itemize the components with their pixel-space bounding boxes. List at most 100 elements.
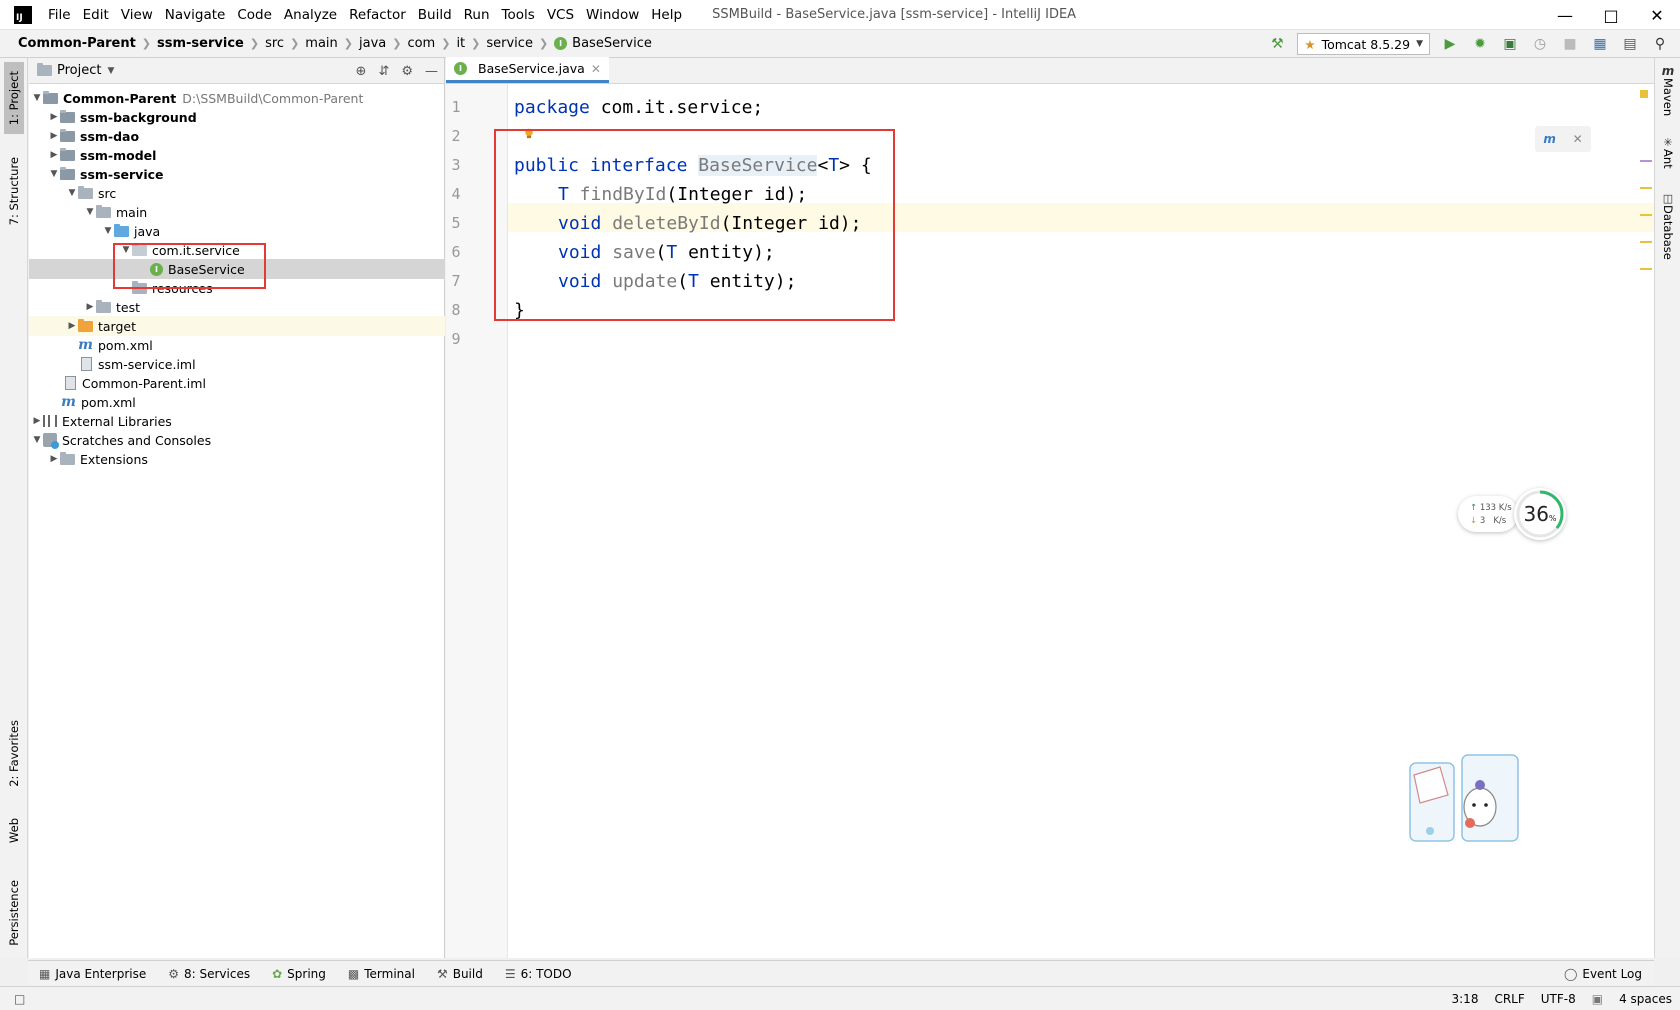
menu-edit[interactable]: Edit (77, 7, 115, 23)
code-line-6[interactable]: void save(T entity); (558, 238, 775, 267)
error-stripe-marker[interactable] (1640, 187, 1652, 189)
locate-icon[interactable]: ⊕ (356, 64, 367, 79)
tool-tab-favorites[interactable]: 2: Favorites (4, 708, 24, 798)
menu-navigate[interactable]: Navigate (159, 7, 232, 23)
error-stripe-marker[interactable] (1640, 160, 1652, 162)
tool-tab-structure[interactable]: 7: Structure (4, 150, 24, 232)
code-line-8[interactable]: } (514, 296, 525, 325)
tree-item-ssm-model[interactable]: ▶ ssm-model (29, 145, 445, 165)
run-icon[interactable]: ▶ (1440, 34, 1460, 54)
tree-item-ssm-service-iml[interactable]: ssm-service.iml (29, 354, 445, 374)
expanded-arrow-icon[interactable]: ▼ (102, 226, 114, 236)
collapsed-arrow-icon[interactable]: ▶ (48, 131, 60, 141)
project-structure-icon[interactable]: ▦ (1590, 34, 1610, 54)
close-icon[interactable]: ✕ (1573, 132, 1583, 146)
tool-terminal[interactable]: ▩ Terminal (337, 967, 426, 981)
tool-build[interactable]: ⚒ Build (426, 967, 494, 981)
debug-icon[interactable]: ✹ (1470, 34, 1490, 54)
tool-spring[interactable]: ✿ Spring (261, 967, 337, 981)
editor-tab-baseservice[interactable]: I BaseService.java ✕ (446, 57, 609, 83)
breadcrumb-service[interactable]: service (482, 36, 537, 51)
tool-tab-persistence[interactable]: Persistence (4, 868, 24, 958)
lock-icon[interactable]: ▣ (1592, 992, 1603, 1006)
line-separator[interactable]: CRLF (1494, 992, 1524, 1006)
maximize-button[interactable]: □ (1588, 0, 1634, 30)
menu-view[interactable]: View (115, 7, 159, 23)
collapsed-arrow-icon[interactable]: ▶ (48, 112, 60, 122)
expanded-arrow-icon[interactable]: ▼ (31, 93, 43, 103)
hide-panel-icon[interactable]: — (425, 64, 438, 79)
tree-item-scratches[interactable]: ▼ Scratches and Consoles (29, 430, 445, 450)
tool-event-log[interactable]: ◯ Event Log (1564, 961, 1642, 987)
tree-item-java[interactable]: ▼ java (29, 221, 445, 241)
tree-item-external-libraries[interactable]: ▶ External Libraries (29, 411, 445, 431)
error-stripe-marker[interactable] (1640, 214, 1652, 216)
code-line-4[interactable]: T findById(Integer id); (558, 180, 807, 209)
run-configuration-selector[interactable]: ★ Tomcat 8.5.29 ▼ (1297, 33, 1430, 55)
tool-tab-database[interactable]: ◫ Database (1658, 192, 1678, 260)
toggle-tool-windows-icon[interactable]: □ (14, 992, 25, 1006)
expanded-arrow-icon[interactable]: ▼ (48, 169, 60, 179)
breadcrumb-com[interactable]: com (403, 36, 439, 51)
close-window-button[interactable]: ✕ (1634, 0, 1680, 30)
collapsed-arrow-icon[interactable]: ▶ (48, 150, 60, 160)
profile-icon[interactable]: ◷ (1530, 34, 1550, 54)
collapsed-arrow-icon[interactable]: ▶ (84, 302, 96, 312)
collapsed-arrow-icon[interactable]: ▶ (66, 321, 78, 331)
tree-item-main[interactable]: ▼ main (29, 202, 445, 222)
minimize-button[interactable]: — (1542, 0, 1588, 30)
expanded-arrow-icon[interactable]: ▼ (120, 245, 132, 255)
tree-item-common-parent-iml[interactable]: Common-Parent.iml (29, 373, 445, 393)
project-view-selector[interactable]: Project (57, 63, 101, 78)
tool-tab-ant[interactable]: ✳ Ant (1658, 136, 1678, 169)
chevron-down-icon[interactable]: ▼ (107, 66, 114, 76)
menu-vcs[interactable]: VCS (541, 7, 580, 23)
expanded-arrow-icon[interactable]: ▼ (31, 435, 43, 445)
breadcrumb-java[interactable]: java (355, 36, 390, 51)
tool-services[interactable]: ⚙ 8: Services (157, 967, 261, 981)
maven-reload-icon[interactable]: m (1543, 132, 1556, 146)
sdk-icon[interactable]: ▤ (1620, 34, 1640, 54)
tool-tab-project[interactable]: 1: Project (4, 62, 24, 134)
collapsed-arrow-icon[interactable]: ▶ (48, 454, 60, 464)
tree-item-pom-xml[interactable]: m pom.xml (29, 335, 445, 355)
indent-setting[interactable]: 4 spaces (1619, 992, 1672, 1006)
collapsed-arrow-icon[interactable]: ▶ (31, 416, 43, 426)
tree-item-common-parent[interactable]: ▼ Common-Parent D:\SSMBuild\Common-Paren… (29, 88, 445, 108)
maven-reload-popup[interactable]: m ✕ (1535, 126, 1591, 152)
error-stripe-marker[interactable] (1640, 241, 1652, 243)
menu-window[interactable]: Window (580, 7, 645, 23)
tree-item-target[interactable]: ▶ target (29, 316, 445, 336)
menu-help[interactable]: Help (645, 7, 688, 23)
tree-item-extensions[interactable]: ▶ Extensions (29, 449, 445, 469)
collapse-all-icon[interactable]: ⇵ (378, 64, 389, 79)
menu-run[interactable]: Run (458, 7, 496, 23)
code-line-7[interactable]: void update(T entity); (558, 267, 796, 296)
menu-code[interactable]: Code (231, 7, 278, 23)
file-encoding[interactable]: UTF-8 (1541, 992, 1576, 1006)
tool-java-enterprise[interactable]: ▦ Java Enterprise (28, 967, 157, 981)
tree-item-ssm-dao[interactable]: ▶ ssm-dao (29, 126, 445, 146)
tree-item-ssm-background[interactable]: ▶ ssm-background (29, 107, 445, 127)
stop-icon[interactable]: ■ (1560, 34, 1580, 54)
tree-item-com-it-service[interactable]: ▼ com.it.service (29, 240, 445, 260)
analysis-status-icon[interactable] (1640, 90, 1648, 98)
code-line-3[interactable]: public interface BaseService<T> { (514, 151, 872, 180)
menu-tools[interactable]: Tools (496, 7, 541, 23)
breadcrumb-main[interactable]: main (301, 36, 341, 51)
tree-item-root-pom-xml[interactable]: m pom.xml (29, 392, 445, 412)
tree-item-src[interactable]: ▼ src (29, 183, 445, 203)
breadcrumb-it[interactable]: it (452, 36, 469, 51)
tree-item-resources[interactable]: resources (29, 278, 445, 298)
menu-refactor[interactable]: Refactor (343, 7, 412, 23)
tool-tab-web[interactable]: Web (4, 806, 24, 856)
breadcrumb-ssm-service[interactable]: ssm-service (153, 36, 248, 51)
tree-item-baseservice[interactable]: I BaseService (29, 259, 445, 279)
breadcrumb-baseservice[interactable]: I BaseService (550, 36, 656, 51)
breadcrumb-src[interactable]: src (261, 36, 288, 51)
breadcrumb-common-parent[interactable]: Common-Parent (14, 36, 140, 51)
gear-icon[interactable]: ⚙ (401, 64, 413, 79)
search-icon[interactable]: ⚲ (1650, 34, 1670, 54)
code-line-5[interactable]: void deleteById(Integer id); (558, 209, 861, 238)
expanded-arrow-icon[interactable]: ▼ (66, 188, 78, 198)
